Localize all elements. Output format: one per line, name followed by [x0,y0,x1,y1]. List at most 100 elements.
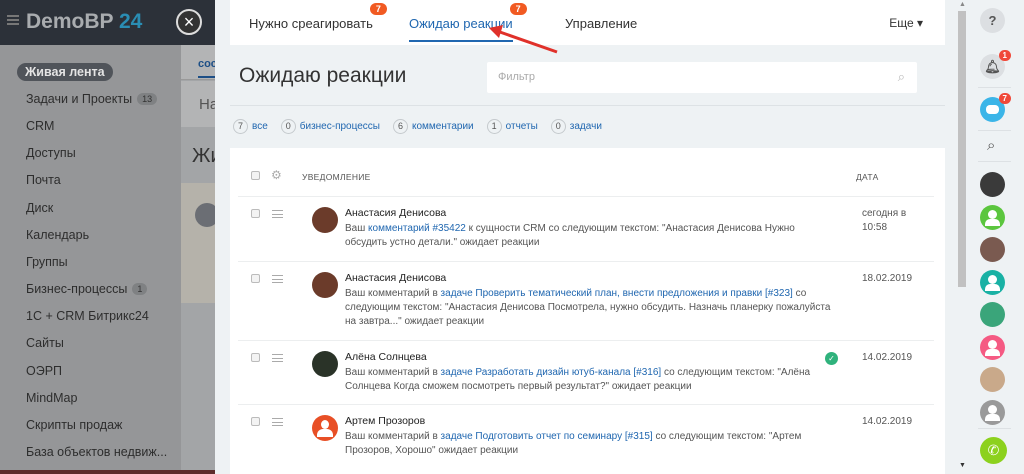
row-checkbox[interactable] [251,353,260,362]
gear-icon[interactable]: ⚙ [271,168,282,182]
page-title: Ожидаю реакции [239,64,407,87]
contact-avatar[interactable] [980,334,1005,360]
logo[interactable]: DemoBP 24 [26,10,142,34]
contact-avatar[interactable] [980,399,1005,425]
sidebar-item-label: Живая лента [17,62,113,81]
tab-label: Ожидаю реакции [409,16,513,31]
sidebar-item-label: Доступы [26,146,76,161]
background-tab[interactable]: сос [198,58,215,78]
drag-handle-icon[interactable] [272,275,283,283]
counter-label: задачи [569,121,602,132]
sidebar-item-label: Календарь [26,227,90,242]
search-icon[interactable]: ⌕ [898,69,905,85]
counter-filter[interactable]: 6 комментарии [392,119,474,134]
sidebar-item-label: Задачи и Проекты [26,91,133,106]
sidebar-item[interactable]: Диск [0,194,181,221]
counter-filter[interactable]: 0 бизнес-процессы [280,119,380,134]
table-row[interactable]: Анастасия Денисова Ваш комментарий #35422… [238,196,934,261]
tab-2[interactable]: Управление [565,16,637,31]
row-checkbox[interactable] [251,209,260,218]
author-name[interactable]: Артем Прозоров [345,415,425,427]
contact-avatar[interactable] [980,172,1005,197]
sidebar-item[interactable]: База объектов недвиж... [0,439,181,466]
contact-avatar[interactable] [980,269,1005,295]
avatar[interactable] [312,415,338,441]
scrollbar[interactable]: ▲ ▼ [957,0,968,474]
author-name[interactable]: Анастасия Денисова [345,207,446,219]
contact-avatar[interactable] [980,302,1005,327]
table-row[interactable]: Алёна Солнцева Ваш комментарий в задаче Р… [238,340,934,404]
sidebar-item[interactable]: Календарь [0,221,181,248]
search-icon[interactable]: ⌕ [987,137,995,154]
notification-text: Ваш комментарий #35422 к сущности CRM со… [345,222,835,250]
tab-bar: Еще ▾ Нужно среагировать 7 Ожидаю реакции 7… [230,0,945,45]
sidebar-item[interactable]: Бизнес-процессы 1 [0,276,181,303]
sidebar-item[interactable]: 1С + CRM Битрикс24 [0,303,181,330]
chat-bot-button[interactable]: 7 [980,93,1011,122]
table-row[interactable]: Анастасия Денисова Ваш комментарий в зада… [238,261,934,340]
sidebar-item-label: База объектов недвиж... [26,445,168,460]
sidebar-item[interactable]: Почта [0,167,181,194]
sidebar-item[interactable]: Скрипты продаж [0,411,181,438]
counter-filter[interactable]: 7 все [233,119,268,134]
sidebar-item-label: Скрипты продаж [26,418,123,433]
tab-0[interactable]: Нужно среагировать 7 [249,3,387,31]
entity-link[interactable]: задаче Подготовить отчет по семинару [#3… [441,431,653,442]
background-box: На [181,81,215,127]
bell-icon: 🔔︎ [984,59,1001,74]
row-checkbox[interactable] [251,417,260,426]
notifications-button[interactable]: 🔔︎ 1 [980,50,1011,79]
entity-link[interactable]: комментарий #35422 [368,223,466,234]
tab-1[interactable]: Ожидаю реакции 7 [409,3,527,42]
more-dropdown[interactable]: Еще ▾ [889,16,923,30]
sidebar-item[interactable]: ОЭРП [0,357,181,384]
counter-filter[interactable]: 1 отчеты [486,119,538,134]
counter-value: 1 [486,119,502,134]
author-name[interactable]: Анастасия Денисова [345,272,446,284]
text-prefix: Ваш [345,223,369,234]
sidebar-item[interactable]: Сайты [0,330,181,357]
drag-handle-icon[interactable] [272,354,283,362]
sidebar-item-label: 1С + CRM Битрикс24 [26,309,149,324]
sidebar-item-label: Бизнес-процессы [26,282,128,297]
author-name[interactable]: Алёна Солнцева [345,351,427,363]
bot-icon [986,105,999,114]
left-menu: Живая лента Задачи и Проекты 13 CRM Доступы П… [0,58,181,466]
tab-badge: 7 [509,3,527,15]
table-row[interactable]: Артем Прозоров Ваш комментарий в задаче П… [238,404,934,474]
contact-avatar[interactable] [980,367,1005,392]
entity-link[interactable]: задаче Разработать дизайн ютуб-канала [#… [441,367,662,378]
counter-filter[interactable]: 0 задачи [550,119,602,134]
help-icon[interactable]: ? [980,8,1005,33]
phone-icon: ✆ [987,442,1000,458]
check-circle-icon: ✓ [825,352,838,365]
sidebar-item-label: Диск [26,200,54,215]
avatar[interactable] [312,207,338,233]
phone-button[interactable]: ✆ [980,437,1007,464]
tab-badge: 7 [369,3,387,15]
row-checkbox[interactable] [251,274,260,283]
divider [230,105,945,106]
drag-handle-icon[interactable] [272,210,283,218]
sidebar-item[interactable]: Доступы [0,140,181,167]
select-all-checkbox[interactable] [251,171,260,180]
sidebar-item[interactable]: MindMap [0,384,181,411]
text-prefix: Ваш комментарий в [345,367,441,378]
menu-icon[interactable] [7,15,19,25]
column-header-date[interactable]: ДАТА [856,172,879,182]
contact-avatar[interactable] [980,204,1005,230]
sidebar-item[interactable]: Живая лента [0,58,181,85]
contact-avatar[interactable] [980,237,1005,262]
close-slider-button[interactable]: × [176,9,202,35]
notification-list: ⚙ УВЕДОМЛЕНИЕ ДАТА Анастасия Денисова Ваш… [230,148,945,474]
avatar[interactable] [312,272,338,298]
sidebar-item[interactable]: Задачи и Проекты 13 [0,85,181,112]
filter-input[interactable]: Фильтр ⌕ [487,62,917,93]
sidebar-item[interactable]: Группы [0,248,181,275]
avatar [195,203,215,227]
avatar[interactable] [312,351,338,377]
sidebar-item[interactable]: CRM [0,112,181,139]
entity-link[interactable]: задаче Проверить тематический план, внес… [441,288,793,299]
count-badge: 13 [137,92,158,105]
drag-handle-icon[interactable] [272,418,283,426]
